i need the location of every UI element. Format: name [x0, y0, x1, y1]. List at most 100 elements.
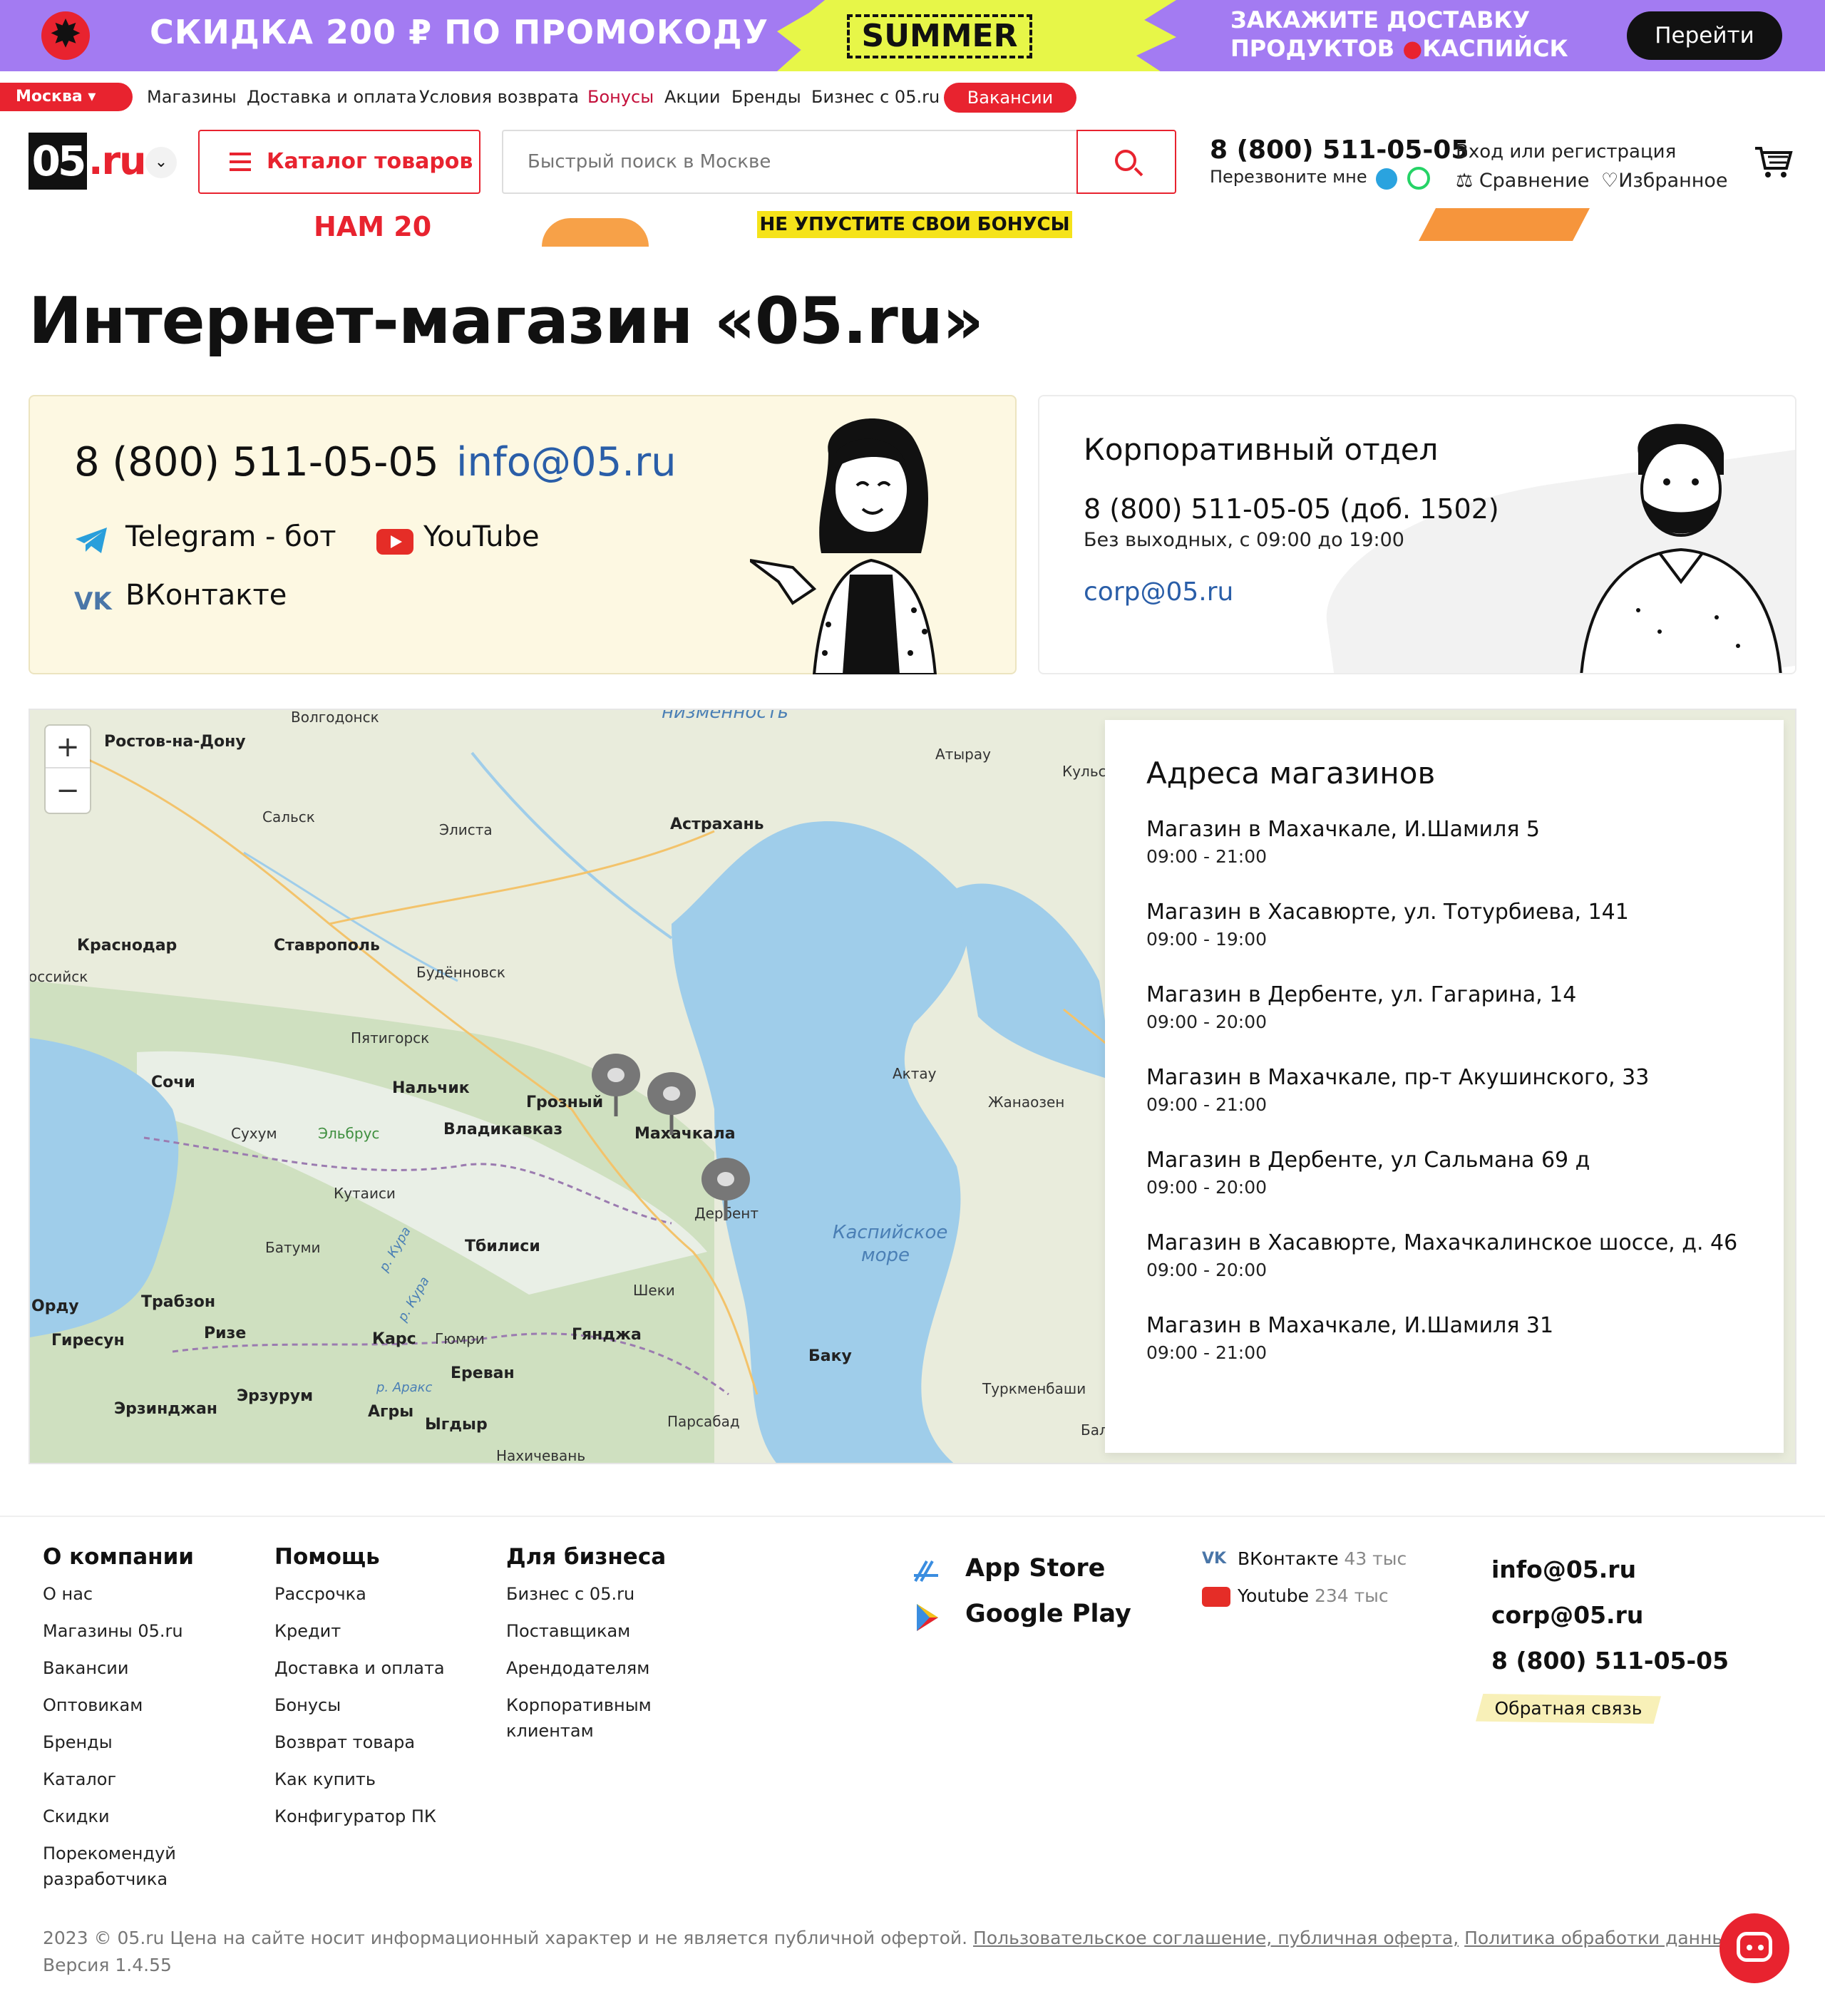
contacts-email[interactable]: info@05.ru — [456, 439, 677, 485]
chat-button[interactable] — [1719, 1913, 1789, 1983]
footer-link[interactable]: Корпоративным клиентам — [506, 1692, 677, 1744]
google-play-link[interactable]: Google Play — [965, 1600, 1131, 1628]
header-phone[interactable]: 8 (800) 511-05-05 — [1210, 135, 1469, 165]
map-label: Ростов-на-Дону — [104, 733, 246, 751]
vk-link[interactable]: ВКонтакте — [125, 579, 287, 612]
feedback-button[interactable]: Обратная связь — [1476, 1694, 1661, 1724]
store-marker[interactable] — [700, 1155, 751, 1223]
contacts-phone[interactable]: 8 (800) 511-05-05 — [74, 439, 439, 485]
footer-email[interactable]: info@05.ru — [1491, 1555, 1636, 1583]
footer-link[interactable]: Бизнес с 05.ru — [506, 1581, 720, 1607]
store-item[interactable]: Магазин в Махачкале, И.Шамиля 5 09:00 - 2… — [1146, 817, 1774, 867]
copyright-line: 2023 © 05.ru Цена на сайте носит информа… — [43, 1928, 1742, 1948]
app-store-link[interactable]: App Store — [965, 1554, 1105, 1583]
store-name: Магазин в Хасавюрте, Махачкалинское шосс… — [1146, 1230, 1738, 1255]
store-item[interactable]: Магазин в Махачкале, И.Шамиля 31 09:00 - … — [1146, 1313, 1774, 1363]
login-link[interactable]: Вход или регистрация — [1456, 141, 1676, 163]
compare-link[interactable]: ⚖ Сравнение — [1456, 170, 1589, 192]
footer-link[interactable]: Каталог — [43, 1766, 257, 1792]
toplink-bonuses[interactable]: Бонусы — [587, 87, 654, 107]
telegram-icon — [76, 528, 107, 553]
footer-link[interactable]: Доставка и оплата — [274, 1655, 488, 1681]
footer-link[interactable]: Поставщикам — [506, 1618, 720, 1644]
zoom-out-button[interactable]: − — [46, 769, 90, 812]
map-label: Эрзурум — [237, 1387, 314, 1405]
footer-link[interactable]: Оптовикам — [43, 1692, 257, 1718]
city-selector[interactable]: Москва ▾ — [0, 83, 133, 111]
vacancies-button[interactable]: Вакансии — [944, 83, 1076, 113]
footer-link[interactable]: Как купить — [274, 1766, 488, 1792]
map-label: Элиста — [439, 821, 493, 838]
store-name: Магазин в Хасавюрте, ул. Тотурбиева, 141 — [1146, 900, 1629, 925]
search-button[interactable] — [1076, 130, 1176, 194]
footer-link[interactable]: Арендодателям — [506, 1655, 720, 1681]
toplink-business[interactable]: Бизнес с 05.ru — [811, 87, 940, 107]
store-item[interactable]: Магазин в Дербенте, ул. Гагарина, 14 09:0… — [1146, 982, 1774, 1032]
heart-icon: ♡ — [1601, 170, 1619, 192]
cart-icon[interactable] — [1754, 144, 1794, 180]
site-logo[interactable]: 05 .ru — [29, 133, 147, 190]
whatsapp-icon[interactable] — [1407, 167, 1430, 190]
footer-link[interactable]: Конфигуратор ПК — [274, 1804, 488, 1829]
footer-link[interactable]: Скидки — [43, 1804, 257, 1829]
footer-link[interactable]: О нас — [43, 1581, 257, 1607]
corporate-card: Корпоративный отдел 8 (800) 511-05-05 (д… — [1038, 395, 1796, 674]
footer-link[interactable]: Магазины 05.ru — [43, 1618, 257, 1644]
map-label: Актау — [893, 1065, 937, 1082]
footer-link[interactable]: Рассрочка — [274, 1581, 488, 1607]
search-input[interactable] — [502, 130, 1076, 194]
store-marker[interactable] — [646, 1069, 697, 1138]
promo-banner[interactable]: ✸ СКИДКА 200 ₽ ПО ПРОМОКОДУ SUMMER ЗАКАЖ… — [0, 0, 1825, 71]
agreement-link[interactable]: Пользовательское соглашение, публичная о… — [973, 1928, 1459, 1948]
sub-banner[interactable]: НАМ 20 НЕ УПУСТИТЕ СВОИ БОНУСЫ — [0, 208, 1825, 247]
toplink-delivery[interactable]: Доставка и оплата — [247, 87, 417, 107]
footer-divider — [0, 1516, 1825, 1517]
store-name: Магазин в Дербенте, ул Сальмана 69 д — [1146, 1148, 1590, 1173]
footer-link[interactable]: Вакансии — [43, 1655, 257, 1681]
promo-delivery-line2a: ПРОДУКТОВ — [1230, 35, 1395, 62]
contacts-card: 8 (800) 511-05-05 info@05.ru Telegram - … — [29, 395, 1017, 674]
corporate-phone[interactable]: 8 (800) 511-05-05 (доб. 1502) — [1084, 493, 1499, 525]
footer-corp-email[interactable]: corp@05.ru — [1491, 1601, 1643, 1629]
footer-link[interactable]: Возврат товара — [274, 1729, 488, 1755]
map-label: Гюмри — [435, 1330, 485, 1347]
store-item[interactable]: Магазин в Махачкале, пр-т Акушинского, 3… — [1146, 1065, 1774, 1115]
store-item[interactable]: Магазин в Хасавюрте, ул. Тотурбиева, 141… — [1146, 900, 1774, 950]
woman-illustration — [750, 418, 937, 674]
callback-link[interactable]: Перезвоните мне — [1210, 167, 1367, 187]
telegram-bot-link[interactable]: Telegram - бот — [125, 520, 336, 553]
footer-phone[interactable]: 8 (800) 511-05-05 — [1491, 1647, 1729, 1675]
footer-col-company: О компании О нас Магазины 05.ru Вакансии… — [43, 1544, 257, 1903]
map-label: Пятигорск — [351, 1029, 430, 1046]
footer-link[interactable]: Порекомендуй разработчика — [43, 1841, 200, 1892]
store-item[interactable]: Магазин в Дербенте, ул Сальмана 69 д 09:0… — [1146, 1148, 1774, 1198]
favorites-link[interactable]: ♡Избранное — [1601, 170, 1728, 192]
toplink-brands[interactable]: Бренды — [731, 87, 801, 107]
youtube-link[interactable]: YouTube — [423, 520, 540, 553]
map-label: оссийск — [29, 968, 88, 985]
map-label: Нальчик — [392, 1079, 470, 1097]
promo-go-button[interactable]: Перейти — [1627, 11, 1782, 60]
store-name: Магазин в Махачкале, пр-т Акушинского, 3… — [1146, 1065, 1650, 1090]
privacy-link[interactable]: Политика обработки данных. — [1464, 1928, 1742, 1948]
corporate-email[interactable]: corp@05.ru — [1084, 577, 1233, 607]
corporate-title: Корпоративный отдел — [1084, 432, 1439, 467]
toplink-stores[interactable]: Магазины — [147, 87, 237, 107]
toplink-promos[interactable]: Акции — [664, 87, 720, 107]
footer-link[interactable]: Бонусы — [274, 1692, 488, 1718]
map-label: Астрахань — [670, 816, 764, 833]
map-label: Карс — [372, 1330, 416, 1348]
telegram-icon[interactable] — [1376, 168, 1397, 190]
store-marker[interactable] — [590, 1051, 642, 1119]
chevron-down-icon[interactable]: ⌄ — [145, 147, 177, 178]
map-label: Трабзон — [141, 1293, 216, 1311]
footer-youtube-link[interactable]: Youtube 234 тыс — [1238, 1585, 1389, 1606]
catalog-button[interactable]: Каталог товаров — [198, 130, 480, 194]
footer-link[interactable]: Кредит — [274, 1618, 488, 1644]
map-label: Нахичевань — [496, 1447, 586, 1464]
zoom-in-button[interactable]: + — [46, 726, 90, 768]
footer-vk-link[interactable]: ВКонтакте 43 тыс — [1238, 1548, 1407, 1569]
store-item[interactable]: Магазин в Хасавюрте, Махачкалинское шосс… — [1146, 1230, 1774, 1280]
toplink-returns[interactable]: Условия возврата — [419, 87, 579, 107]
footer-link[interactable]: Бренды — [43, 1729, 257, 1755]
